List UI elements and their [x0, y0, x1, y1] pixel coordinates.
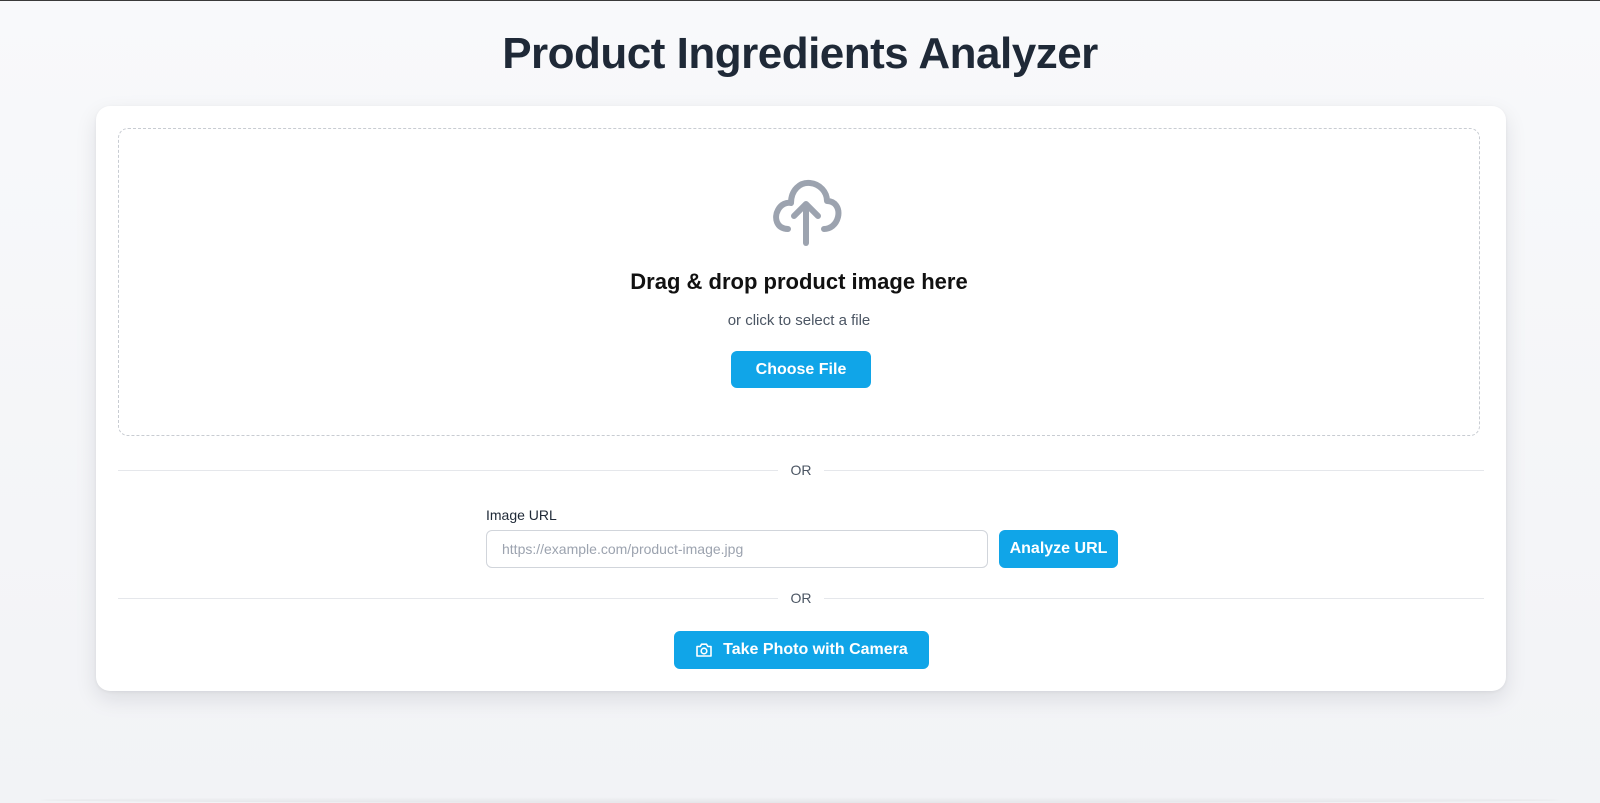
bottom-shadow [40, 797, 1560, 803]
divider-line [118, 598, 778, 599]
choose-file-button[interactable]: Choose File [731, 351, 871, 388]
image-dropzone[interactable]: Drag & drop product image here or click … [118, 128, 1480, 436]
image-url-label: Image URL [486, 507, 557, 523]
dropzone-subtitle: or click to select a file [727, 312, 871, 329]
dropzone-title: Drag & drop product image here [630, 269, 968, 294]
divider-line [824, 470, 1484, 471]
page-title: Product Ingredients Analyzer [502, 29, 1098, 78]
or-label: OR [790, 590, 812, 606]
divider-line [824, 598, 1484, 599]
or-label: OR [790, 462, 812, 478]
take-photo-button[interactable]: Take Photo with Camera [674, 631, 929, 669]
divider-line [118, 470, 778, 471]
image-url-input[interactable] [486, 530, 988, 568]
window-top-border [0, 0, 1600, 1]
upload-card: Drag & drop product image here or click … [96, 106, 1506, 691]
or-divider: OR [118, 588, 1484, 608]
cloud-upload-icon [773, 179, 842, 246]
take-photo-label: Take Photo with Camera [723, 641, 908, 658]
analyze-url-button[interactable]: Analyze URL [999, 530, 1118, 568]
or-divider: OR [118, 460, 1484, 480]
camera-icon [696, 643, 712, 657]
